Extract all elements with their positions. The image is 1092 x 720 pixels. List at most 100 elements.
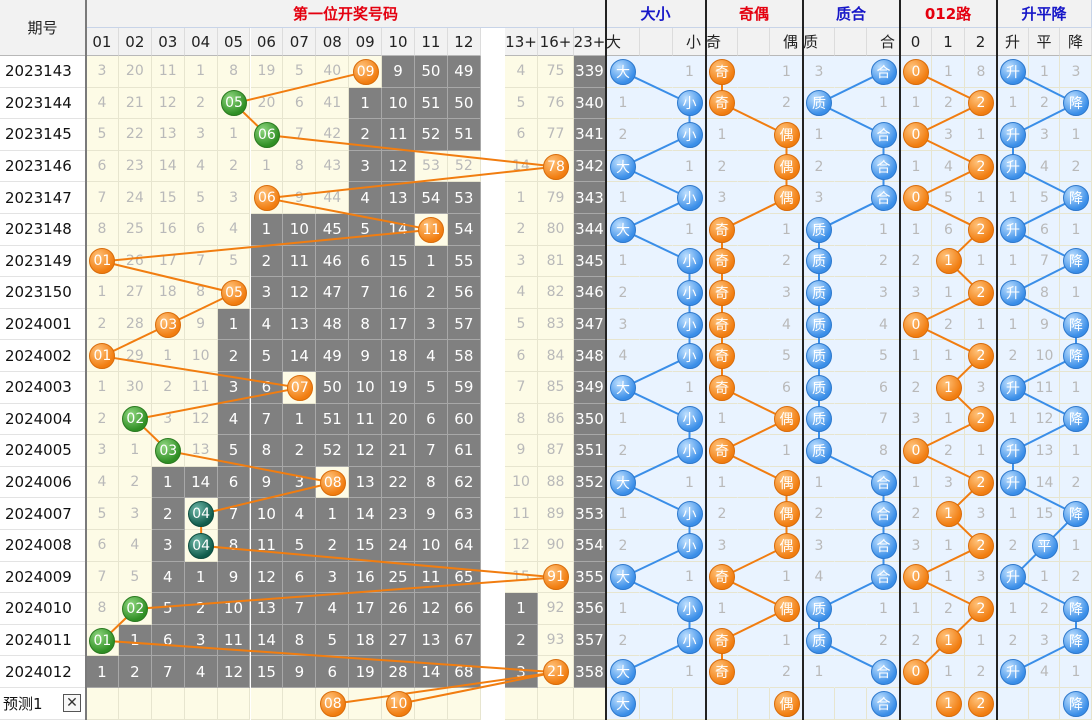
issue-cell: 2024008 bbox=[0, 530, 86, 562]
stat-miss-road: 1 bbox=[976, 126, 986, 143]
forecast-stat-cell[interactable] bbox=[673, 688, 706, 720]
num-cell: 51 bbox=[316, 403, 350, 436]
num-cell: 67 bbox=[447, 624, 481, 657]
forecast-ball[interactable]: 10 bbox=[385, 691, 412, 717]
forecast-cell[interactable] bbox=[283, 688, 317, 720]
forecast-stat-cell[interactable] bbox=[738, 688, 770, 720]
stat-bg bbox=[640, 308, 673, 341]
forecast-stat-r2[interactable]: 2 bbox=[968, 691, 994, 717]
stat-miss-road: 1 bbox=[976, 316, 986, 333]
num-cell: 1 bbox=[86, 656, 119, 688]
stat-bg bbox=[640, 214, 673, 246]
forecast-cell[interactable] bbox=[574, 688, 606, 720]
draw-ball: 06 bbox=[253, 185, 280, 212]
num-cell: 3 bbox=[217, 372, 251, 404]
forecast-stat-cell[interactable] bbox=[900, 688, 932, 720]
stat-ball-bigsmall: 小 bbox=[676, 438, 703, 464]
forecast-cell[interactable] bbox=[250, 688, 284, 720]
stat-miss-road: 1 bbox=[944, 284, 953, 301]
stat-bg bbox=[835, 530, 867, 562]
stat-bg bbox=[640, 530, 673, 562]
stat-ball-road: 2 bbox=[968, 280, 994, 306]
num-cell: 1 bbox=[151, 466, 185, 499]
stat-ball-trend: 升 bbox=[1000, 153, 1026, 180]
stat-miss-trend: 1 bbox=[1008, 600, 1018, 617]
num-cell: 19 bbox=[349, 656, 383, 688]
num-cell: 4 bbox=[250, 308, 284, 341]
num-cell: 4 bbox=[184, 150, 218, 183]
stat-miss-road: 2 bbox=[944, 600, 953, 617]
num-cell: 52 bbox=[415, 119, 448, 151]
forecast-stat-down[interactable]: 降 bbox=[1063, 691, 1089, 717]
forecast-cell[interactable] bbox=[415, 688, 448, 720]
stat-miss-road: 2 bbox=[911, 506, 921, 523]
stat-ball-trend: 降 bbox=[1063, 627, 1089, 654]
forecast-cell[interactable] bbox=[86, 688, 119, 720]
stat-miss-road: 1 bbox=[976, 190, 986, 207]
forecast-stat-cell[interactable] bbox=[835, 688, 867, 720]
num-cell: 7 bbox=[283, 119, 317, 151]
stat-bg bbox=[835, 466, 867, 499]
num-cell: 9 bbox=[382, 56, 415, 88]
forecast-stat-cell[interactable] bbox=[803, 688, 835, 720]
stat-miss-primecomp: 3 bbox=[814, 63, 824, 80]
forecast-cell[interactable] bbox=[217, 688, 251, 720]
forecast-stat-comp[interactable]: 合 bbox=[870, 691, 897, 717]
stat-miss-trend: 1 bbox=[1008, 506, 1018, 523]
stat-miss-trend: 3 bbox=[1071, 63, 1081, 80]
stat-miss-oddeven: 1 bbox=[717, 474, 727, 491]
col-header-5: 06 bbox=[250, 28, 284, 56]
forecast-cell[interactable] bbox=[538, 688, 574, 720]
forecast-stat-cell[interactable] bbox=[997, 688, 1029, 720]
close-forecast-button[interactable]: ✕ bbox=[63, 694, 81, 712]
stat-miss-oddeven: 1 bbox=[782, 569, 791, 586]
num-cell: 16 bbox=[151, 214, 185, 246]
num-cell: 5 bbox=[184, 182, 218, 214]
num-cell: 13 bbox=[349, 466, 383, 499]
forecast-cell[interactable] bbox=[505, 688, 538, 720]
stat-miss-primecomp: 3 bbox=[814, 190, 824, 207]
num-cell: 356 bbox=[574, 593, 606, 625]
num-cell: 47 bbox=[316, 277, 350, 309]
stat-ball-primecomp: 质 bbox=[806, 216, 832, 243]
stat-miss-road: 1 bbox=[911, 221, 921, 238]
forecast-stat-cell[interactable] bbox=[640, 688, 673, 720]
stat-bg bbox=[835, 245, 867, 278]
num-cell: 1 bbox=[118, 624, 152, 657]
forecast-stat-big[interactable]: 大 bbox=[610, 691, 636, 717]
stat-miss-bigsmall: 1 bbox=[685, 63, 694, 80]
issue-cell: 2024005 bbox=[0, 435, 86, 467]
stat-miss-oddeven: 1 bbox=[717, 126, 727, 143]
forecast-stat-cell[interactable] bbox=[706, 688, 738, 720]
stat-ball-bigsmall: 小 bbox=[676, 90, 703, 117]
stat-miss-trend: 3 bbox=[1040, 632, 1049, 649]
forecast-stat-r1[interactable]: 1 bbox=[935, 691, 962, 717]
forecast-cell[interactable] bbox=[151, 688, 185, 720]
forecast-cell[interactable] bbox=[447, 688, 481, 720]
forecast-stat-cell[interactable] bbox=[1029, 688, 1060, 720]
num-cell: 352 bbox=[574, 466, 606, 499]
num-cell: 342 bbox=[574, 150, 606, 183]
forecast-cell[interactable] bbox=[118, 688, 152, 720]
forecast-cell[interactable] bbox=[184, 688, 218, 720]
col-header-3: 04 bbox=[184, 28, 218, 56]
stat-ball-oddeven: 奇 bbox=[709, 659, 735, 686]
stat-ball-trend: 降 bbox=[1063, 185, 1089, 212]
forecast-stat-even[interactable]: 偶 bbox=[773, 691, 800, 717]
num-cell: 14 bbox=[184, 466, 218, 499]
stat-miss-oddeven: 1 bbox=[717, 411, 727, 428]
stat-ball-oddeven: 奇 bbox=[709, 280, 735, 306]
stat-ball-trend: 降 bbox=[1063, 311, 1089, 338]
num-cell: 53 bbox=[415, 150, 448, 183]
sub-header-2-0: 质 bbox=[803, 28, 835, 56]
stat-ball-road: 2 bbox=[968, 532, 994, 559]
forecast-cell[interactable] bbox=[349, 688, 383, 720]
sub-header-3-1: 1 bbox=[932, 28, 965, 56]
stat-miss-trend: 2 bbox=[1071, 569, 1081, 586]
forecast-ball[interactable]: 08 bbox=[319, 691, 346, 717]
num-cell: 30 bbox=[118, 372, 152, 404]
num-cell: 59 bbox=[447, 372, 481, 404]
stat-miss-road: 1 bbox=[976, 442, 986, 459]
num-cell: 5 bbox=[349, 214, 383, 246]
section-divider bbox=[996, 0, 998, 720]
